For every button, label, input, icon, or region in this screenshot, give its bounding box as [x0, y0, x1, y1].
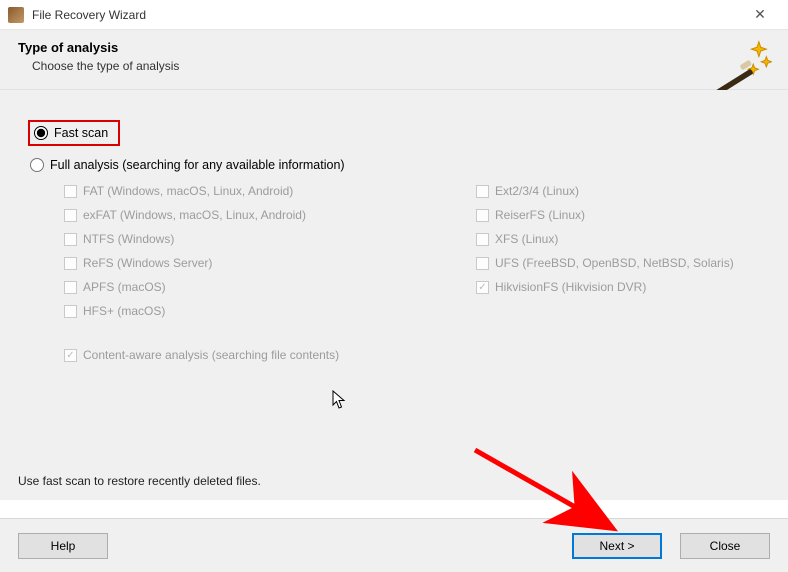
close-button[interactable]: Close [680, 533, 770, 559]
content-aware-option: ✓ Content-aware analysis (searching file… [64, 348, 760, 362]
checkbox-icon [476, 257, 489, 270]
checkbox-icon [476, 233, 489, 246]
content-aware-checkbox: ✓ [64, 349, 77, 362]
window-title: File Recovery Wizard [32, 8, 146, 22]
filesystem-options: FAT (Windows, macOS, Linux, Android) exFA… [64, 184, 760, 318]
filesystem-label: exFAT (Windows, macOS, Linux, Android) [83, 208, 306, 222]
checkbox-icon [64, 233, 77, 246]
checkbox-icon [64, 257, 77, 270]
button-bar: Help Next > Close [0, 518, 788, 572]
fast-scan-label: Fast scan [54, 126, 108, 140]
checkbox-icon [64, 209, 77, 222]
checkbox-icon: ✓ [476, 281, 489, 294]
mouse-cursor-icon [332, 390, 348, 410]
wizard-header: Type of analysis Choose the type of anal… [0, 30, 788, 90]
fast-scan-highlight: Fast scan [28, 120, 120, 146]
filesystem-checkbox: HFS+ (macOS) [64, 304, 306, 318]
filesystem-checkbox: APFS (macOS) [64, 280, 306, 294]
full-analysis-radio[interactable] [30, 158, 44, 172]
checkbox-icon [64, 305, 77, 318]
checkbox-icon [64, 281, 77, 294]
content-aware-label: Content-aware analysis (searching file c… [83, 348, 339, 362]
close-icon: ✕ [754, 6, 766, 23]
filesystem-label: XFS (Linux) [495, 232, 558, 246]
filesystem-checkbox: XFS (Linux) [476, 232, 734, 246]
wizard-body: Fast scan Full analysis (searching for a… [0, 90, 788, 500]
filesystem-label: HikvisionFS (Hikvision DVR) [495, 280, 646, 294]
filesystem-label: ReFS (Windows Server) [83, 256, 212, 270]
filesystem-label: UFS (FreeBSD, OpenBSD, NetBSD, Solaris) [495, 256, 734, 270]
filesystem-checkbox: UFS (FreeBSD, OpenBSD, NetBSD, Solaris) [476, 256, 734, 270]
full-analysis-option[interactable]: Full analysis (searching for any availab… [30, 158, 760, 172]
titlebar: File Recovery Wizard ✕ [0, 0, 788, 30]
hint-text: Use fast scan to restore recently delete… [18, 474, 261, 488]
wizard-wand-icon [712, 36, 772, 96]
checkbox-icon [476, 185, 489, 198]
filesystem-label: HFS+ (macOS) [83, 304, 165, 318]
filesystem-checkbox: NTFS (Windows) [64, 232, 306, 246]
filesystem-checkbox: ReiserFS (Linux) [476, 208, 734, 222]
filesystem-checkbox: ReFS (Windows Server) [64, 256, 306, 270]
filesystem-label: Ext2/3/4 (Linux) [495, 184, 579, 198]
next-button[interactable]: Next > [572, 533, 662, 559]
filesystem-checkbox: exFAT (Windows, macOS, Linux, Android) [64, 208, 306, 222]
filesystem-label: FAT (Windows, macOS, Linux, Android) [83, 184, 293, 198]
fast-scan-option[interactable]: Fast scan [28, 120, 760, 146]
filesystem-checkbox: Ext2/3/4 (Linux) [476, 184, 734, 198]
window-close-button[interactable]: ✕ [740, 1, 780, 29]
filesystem-label: APFS (macOS) [83, 280, 166, 294]
filesystem-checkbox: FAT (Windows, macOS, Linux, Android) [64, 184, 306, 198]
help-button[interactable]: Help [18, 533, 108, 559]
fast-scan-radio[interactable] [34, 126, 48, 140]
checkbox-icon [476, 209, 489, 222]
app-icon [8, 7, 24, 23]
page-subtitle: Choose the type of analysis [32, 59, 770, 73]
filesystem-label: ReiserFS (Linux) [495, 208, 585, 222]
checkbox-icon [64, 185, 77, 198]
filesystem-label: NTFS (Windows) [83, 232, 174, 246]
full-analysis-label: Full analysis (searching for any availab… [50, 158, 345, 172]
page-heading: Type of analysis [18, 40, 770, 55]
filesystem-checkbox: ✓ HikvisionFS (Hikvision DVR) [476, 280, 734, 294]
